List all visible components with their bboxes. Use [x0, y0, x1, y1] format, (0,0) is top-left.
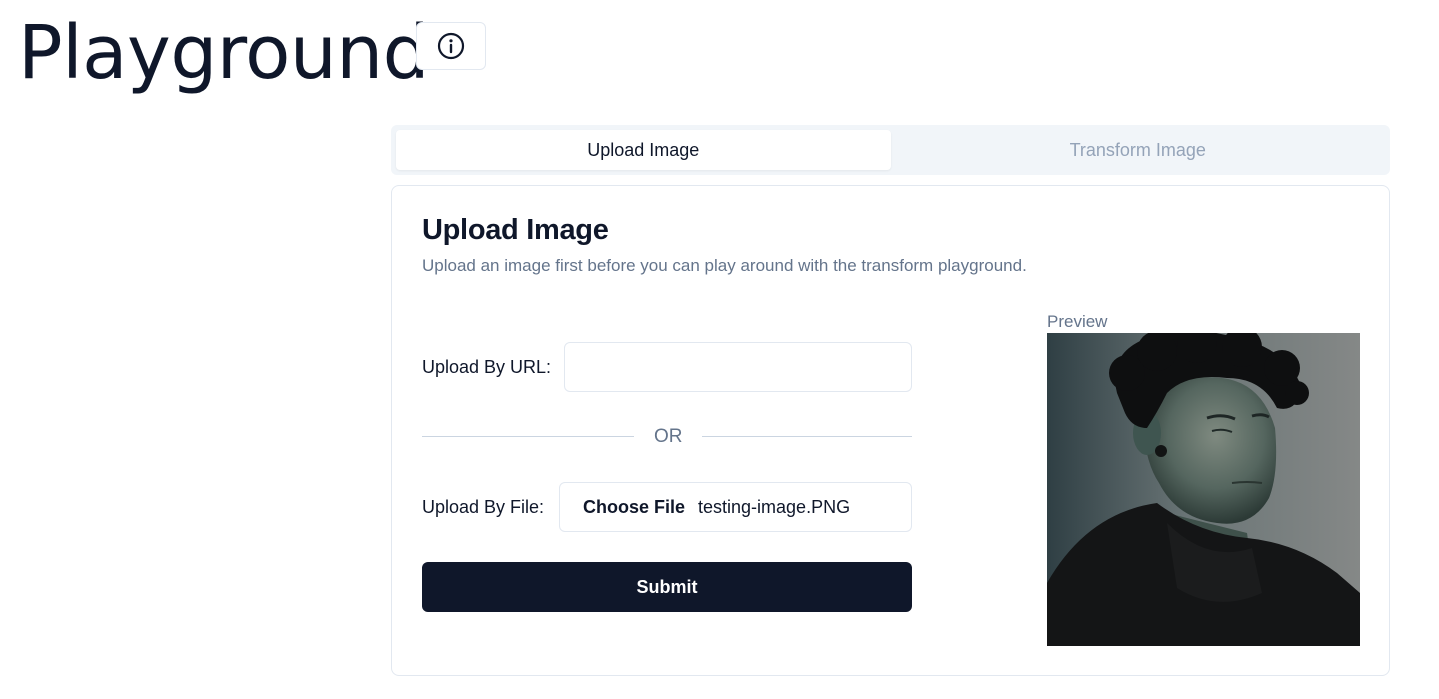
submit-button[interactable]: Submit [422, 562, 912, 612]
divider-line-right [702, 436, 912, 437]
page-title: Playground [18, 10, 430, 96]
or-divider-text: OR [654, 426, 683, 447]
upload-url-input[interactable] [564, 342, 912, 392]
tab-list: Upload Image Transform Image [391, 125, 1390, 175]
preview-image [1047, 333, 1360, 646]
tab-upload-image[interactable]: Upload Image [396, 130, 891, 170]
info-circle-icon [437, 32, 465, 60]
card-title: Upload Image [422, 214, 609, 246]
preview-label: Preview [1047, 312, 1108, 331]
tab-transform-image[interactable]: Transform Image [891, 130, 1386, 170]
divider-line-left [422, 436, 634, 437]
choose-file-button[interactable]: Choose File [583, 497, 685, 518]
file-input[interactable]: Choose File testing-image.PNG [559, 482, 912, 532]
info-button[interactable] [416, 22, 486, 70]
preview-portrait [1047, 333, 1360, 646]
selected-file-name: testing-image.PNG [698, 496, 851, 517]
card-description: Upload an image first before you can pla… [422, 256, 1027, 275]
upload-card: Upload Image Upload an image first befor… [391, 185, 1390, 676]
upload-url-label: Upload By URL: [422, 357, 552, 377]
upload-file-label: Upload By File: [422, 497, 545, 517]
